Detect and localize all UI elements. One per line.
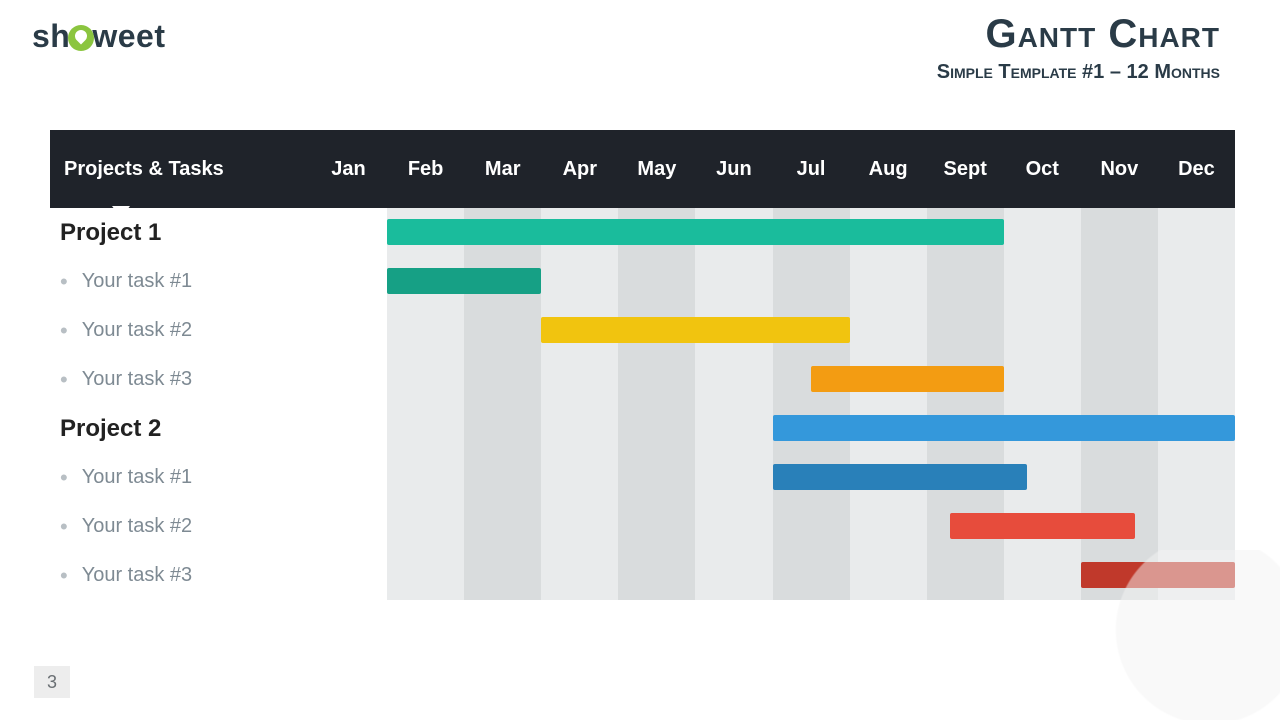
- header-month: Jun: [695, 158, 772, 181]
- brand-text-left: sh: [32, 18, 70, 54]
- task-label: Your task #2: [82, 319, 192, 342]
- bullet-icon: •: [60, 514, 68, 540]
- task-label: Your task #1: [82, 466, 192, 489]
- page-number: 3: [34, 666, 70, 698]
- brand-text-right: weet: [92, 18, 165, 54]
- chart-header: Projects & Tasks JanFebMarAprMayJunJulAu…: [50, 130, 1235, 208]
- gantt-bar: [811, 366, 1004, 392]
- gantt-bar: [387, 268, 541, 294]
- header-projects-col: Projects & Tasks: [50, 158, 280, 181]
- header-month: Dec: [1158, 158, 1235, 181]
- task-row: • Your task #2: [50, 306, 1235, 355]
- watermark-icon: [1090, 550, 1280, 720]
- page-subtitle: Simple Template #1 – 12 Months: [937, 61, 1220, 84]
- task-row: • Your task #2: [50, 502, 1235, 551]
- header-month: Nov: [1081, 158, 1158, 181]
- project-label: Project 1: [60, 219, 161, 247]
- header-month: Mar: [464, 158, 541, 181]
- page-title: Gantt Chart: [937, 12, 1220, 57]
- header-month: May: [618, 158, 695, 181]
- chart-body: Project 1 • Your task #1 • Your task #2 • Your…: [50, 208, 1235, 600]
- header-month: Jul: [773, 158, 850, 181]
- gantt-bar: [950, 513, 1135, 539]
- task-row: • Your task #1: [50, 453, 1235, 502]
- header-month: Sept: [927, 158, 1004, 181]
- task-label: Your task #1: [82, 270, 192, 293]
- task-row: • Your task #3: [50, 355, 1235, 404]
- header-projects-label: Projects & Tasks: [64, 158, 224, 180]
- header-month: Feb: [387, 158, 464, 181]
- gantt-bar: [387, 219, 1004, 245]
- gantt-chart: Projects & Tasks JanFebMarAprMayJunJulAu…: [50, 130, 1235, 600]
- title-block: Gantt Chart Simple Template #1 – 12 Mont…: [937, 12, 1220, 84]
- bullet-icon: •: [60, 563, 68, 589]
- header-month: Aug: [850, 158, 927, 181]
- task-label: Your task #2: [82, 515, 192, 538]
- header-month: Oct: [1004, 158, 1081, 181]
- header-month: Apr: [541, 158, 618, 181]
- brand-logo: shweet: [32, 18, 165, 55]
- project-label: Project 2: [60, 415, 161, 443]
- project-row: Project 2: [50, 404, 1235, 453]
- task-label: Your task #3: [82, 368, 192, 391]
- bullet-icon: •: [60, 367, 68, 393]
- task-row: • Your task #3: [50, 551, 1235, 600]
- project-row: Project 1: [50, 208, 1235, 257]
- header-month: Jan: [310, 158, 387, 181]
- gantt-bar: [773, 464, 1027, 490]
- header-months: JanFebMarAprMayJunJulAugSeptOctNovDec: [310, 158, 1235, 181]
- bullet-icon: •: [60, 318, 68, 344]
- slide: shweet Gantt Chart Simple Template #1 – …: [0, 0, 1280, 720]
- task-label: Your task #3: [82, 564, 192, 587]
- gantt-bar: [773, 415, 1236, 441]
- leaf-icon: [68, 25, 94, 51]
- gantt-bar: [541, 317, 849, 343]
- bullet-icon: •: [60, 269, 68, 295]
- bullet-icon: •: [60, 465, 68, 491]
- task-row: • Your task #1: [50, 257, 1235, 306]
